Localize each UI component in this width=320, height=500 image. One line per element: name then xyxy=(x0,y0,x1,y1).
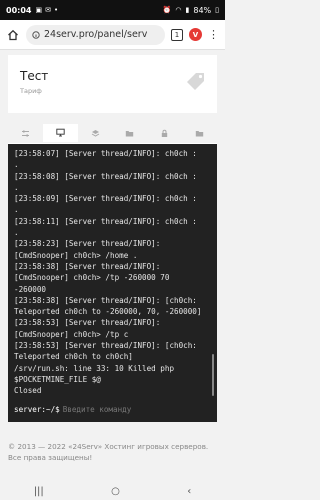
browser-toolbar: 24serv.pro/panel/serv 1 V ⋮ xyxy=(0,20,225,50)
tab-settings[interactable] xyxy=(8,124,43,142)
more-notifications-icon: • xyxy=(53,6,59,14)
battery-percent: 84% xyxy=(193,5,212,15)
console-line: -260000 xyxy=(14,284,47,294)
console-line: /srv/run.sh: line 33: 10 Killed php xyxy=(14,363,175,373)
console-line: [23:58:08] [Server thread/INFO]: ch0ch : xyxy=(14,171,197,181)
mail-icon: ✉ xyxy=(45,6,51,14)
console-output: [23:58:07] [Server thread/INFO]: ch0ch :… xyxy=(14,148,208,396)
recent-apps-icon[interactable]: ||| xyxy=(34,486,44,497)
tab-console[interactable] xyxy=(42,124,78,142)
console-line: [23:58:53] [Server thread/INFO]: [ch0ch: xyxy=(14,341,197,351)
tab-access[interactable] xyxy=(147,124,182,142)
console-line: Teleported ch0ch to -260000, 70, -260000… xyxy=(14,307,202,317)
console-scrollbar[interactable] xyxy=(212,354,214,396)
notification-icons: ▣ ✉ • xyxy=(35,6,58,14)
tab-layers[interactable] xyxy=(78,124,113,142)
console-prompt: server:~/$ xyxy=(14,404,60,414)
console-line: [23:58:38] [Server thread/INFO]: [ch0ch: xyxy=(14,295,197,305)
folder-icon xyxy=(195,130,204,136)
url-text[interactable]: 24serv.pro/panel/serv xyxy=(44,29,147,40)
console-line: [23:58:11] [Server thread/INFO]: ch0ch : xyxy=(14,216,197,226)
tag-icon xyxy=(187,73,204,90)
server-title: Тест xyxy=(20,69,49,83)
console-line: Closed xyxy=(14,386,42,396)
wifi-icon: ◠ xyxy=(175,6,182,14)
home-button-icon[interactable]: ○ xyxy=(111,486,120,497)
console-line: . xyxy=(14,160,19,170)
signal-icon: ▮ xyxy=(185,6,190,14)
address-bar[interactable]: 24serv.pro/panel/serv xyxy=(26,24,165,45)
server-header-card: Тест Тариф xyxy=(8,55,217,113)
site-info-icon[interactable] xyxy=(32,30,40,39)
back-icon[interactable]: ‹ xyxy=(187,486,191,497)
command-line: server:~/$ xyxy=(14,402,212,416)
folder-icon xyxy=(126,130,134,136)
console-line: . xyxy=(14,205,19,215)
console-line: [23:58:38] [Server thread/INFO]: xyxy=(14,261,161,271)
lock-icon xyxy=(162,129,168,137)
server-console: [23:58:07] [Server thread/INFO]: ch0ch :… xyxy=(8,143,217,422)
command-input[interactable] xyxy=(62,404,212,414)
console-line: . xyxy=(14,228,19,238)
monitor-icon xyxy=(56,128,65,136)
home-icon[interactable] xyxy=(6,28,20,42)
console-line: [CmdSnooper] ch0ch> /home . xyxy=(14,250,138,260)
status-bar: 00:04 ▣ ✉ • ⏰ ◠ ▮ 84% ▯ xyxy=(0,0,225,20)
browser-profile-icon[interactable]: V xyxy=(189,28,202,41)
browser-menu-icon[interactable]: ⋮ xyxy=(208,29,219,40)
console-line: $POCKETMINE_FILE $@ xyxy=(14,374,101,384)
console-line: [23:58:53] [Server thread/INFO]: xyxy=(14,318,161,328)
console-line: [23:58:07] [Server thread/INFO]: ch0ch : xyxy=(14,149,197,158)
console-line: . xyxy=(14,182,19,192)
system-nav-bar: ||| ○ ‹ xyxy=(0,482,225,500)
console-line: [CmdSnooper] ch0ch> /tp -260000 70 xyxy=(14,273,170,283)
page-footer: © 2013 — 2022 «24Serv» Хостинг игровых с… xyxy=(8,442,209,462)
gallery-icon: ▣ xyxy=(35,6,43,14)
console-line: [23:58:09] [Server thread/INFO]: ch0ch : xyxy=(14,194,197,204)
server-tariff-label: Тариф xyxy=(20,87,42,95)
layers-icon xyxy=(91,129,99,137)
battery-icon: ▯ xyxy=(215,6,219,14)
tab-files[interactable] xyxy=(112,124,147,142)
tab-switcher-button[interactable]: 1 xyxy=(171,28,183,41)
alarm-icon: ⏰ xyxy=(162,6,172,14)
settings-sliders-icon xyxy=(21,130,29,136)
server-panel-tabs xyxy=(8,124,217,142)
console-line: Teleported ch0ch to ch0ch] xyxy=(14,352,133,362)
tab-backups[interactable] xyxy=(182,124,217,142)
status-time: 00:04 xyxy=(6,5,32,15)
console-line: [CmdSnooper] ch0ch> /tp c xyxy=(14,329,129,339)
console-line: [23:58:23] [Server thread/INFO]: xyxy=(14,239,161,249)
